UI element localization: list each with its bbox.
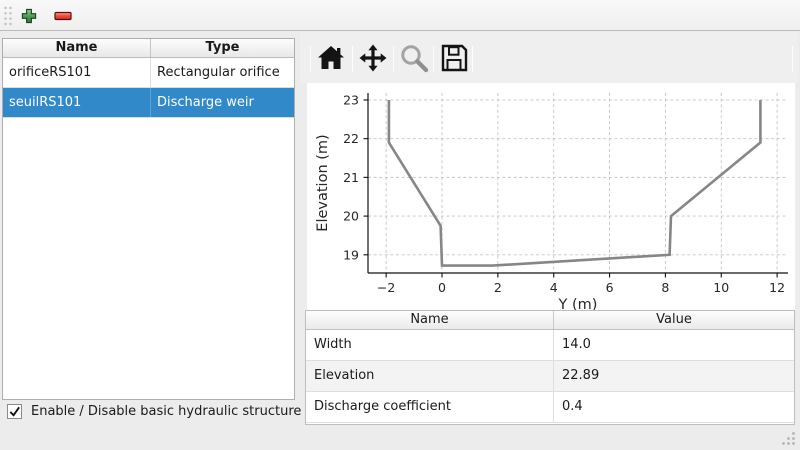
property-name-cell: Discharge coefficient	[306, 392, 554, 422]
toolbar-separator	[792, 46, 793, 72]
structures-table-body: orificeRS101Rectangular orificeseuilRS10…	[3, 58, 294, 118]
structure-name-cell: seuilRS101	[3, 88, 151, 117]
window-resize-grip[interactable]	[780, 430, 797, 447]
structures-table-header: Name Type	[3, 39, 294, 58]
main-toolbar	[0, 0, 800, 31]
toolbar-separator	[393, 46, 394, 72]
structure-row[interactable]: orificeRS101Rectangular orifice	[3, 58, 294, 88]
properties-header-name: Name	[306, 311, 554, 329]
toolbar-grip-handle[interactable]	[3, 5, 14, 27]
properties-table-body: Width14.0Elevation22.89Discharge coeffic…	[306, 330, 794, 423]
property-name-cell: Width	[306, 330, 554, 360]
cross-section-chart: −2 0 2 4 6 8 10 12 19 20 21 22 23 Elevation (m) Y (m)	[307, 83, 795, 310]
property-value-cell[interactable]: 14.0	[554, 330, 794, 360]
toolbar-separator	[472, 46, 473, 72]
properties-header-value: Value	[554, 311, 794, 329]
property-value-cell[interactable]: 0.4	[554, 392, 794, 422]
magnifier-icon	[398, 42, 430, 74]
y-tick-label: 23	[343, 92, 359, 107]
plot-save-button[interactable]	[436, 40, 472, 76]
property-row: Elevation22.89	[306, 361, 794, 392]
x-tick-label: 2	[494, 280, 502, 295]
structure-row[interactable]: seuilRS101Discharge weir	[3, 88, 294, 118]
save-floppy-icon	[438, 42, 470, 74]
property-value-cell[interactable]: 22.89	[554, 361, 794, 391]
toolbar-separator	[433, 46, 434, 72]
structures-header-type[interactable]: Type	[151, 39, 294, 57]
chart-canvas[interactable]: −2 0 2 4 6 8 10 12 19 20 21 22 23 Elevation (m) Y (m)	[307, 83, 795, 310]
x-tick-label: 6	[606, 280, 614, 295]
y-axis-label: Elevation (m)	[315, 134, 331, 231]
application-window: Name Type orificeRS101Rectangular orific…	[0, 0, 800, 450]
remove-structure-button[interactable]	[51, 4, 75, 28]
property-row: Width14.0	[306, 330, 794, 361]
properties-table-header: Name Value	[306, 311, 794, 330]
plot-home-button[interactable]	[313, 40, 349, 76]
property-row: Discharge coefficient0.4	[306, 392, 794, 423]
add-structure-button[interactable]	[17, 4, 41, 28]
check-mark-icon	[8, 405, 21, 418]
profile-line	[389, 100, 761, 266]
y-tick-label: 20	[343, 209, 359, 224]
y-tick-label: 22	[343, 131, 359, 146]
minus-icon	[54, 11, 72, 21]
structure-name-cell: orificeRS101	[3, 58, 151, 87]
plot-zoom-button[interactable]	[396, 40, 432, 76]
y-tick-label: 21	[343, 170, 359, 185]
plot-pan-button[interactable]	[355, 40, 391, 76]
plot-panel: −20246810121920212223Elevation (m)Y (m) …	[300, 32, 798, 428]
x-tick-label: 12	[769, 280, 785, 295]
structure-type-cell: Discharge weir	[151, 88, 294, 117]
home-icon	[315, 42, 347, 74]
toolbar-separator	[352, 46, 353, 72]
properties-table: Name Value Width14.0Elevation22.89Discha…	[305, 310, 795, 425]
enable-structure-checkbox-row[interactable]: Enable / Disable basic hydraulic structu…	[7, 404, 301, 419]
x-tick-label: 8	[661, 280, 669, 295]
y-tick-label: 19	[343, 247, 359, 262]
x-tick-label: 0	[438, 280, 446, 295]
x-axis-label: Y (m)	[558, 297, 598, 310]
plot-toolbar	[300, 32, 798, 83]
pan-move-icon	[357, 42, 389, 74]
toolbar-separator	[310, 46, 311, 72]
x-tick-label: 10	[713, 280, 729, 295]
structures-header-name[interactable]: Name	[3, 39, 151, 57]
structure-type-cell: Rectangular orifice	[151, 58, 294, 87]
x-tick-label: −2	[377, 280, 395, 295]
property-name-cell: Elevation	[306, 361, 554, 391]
structures-table: Name Type orificeRS101Rectangular orific…	[2, 38, 295, 400]
checkbox-checked-icon[interactable]	[7, 404, 22, 419]
enable-structure-label: Enable / Disable basic hydraulic structu…	[31, 404, 301, 419]
plus-icon	[21, 8, 37, 24]
x-tick-label: 4	[550, 280, 558, 295]
